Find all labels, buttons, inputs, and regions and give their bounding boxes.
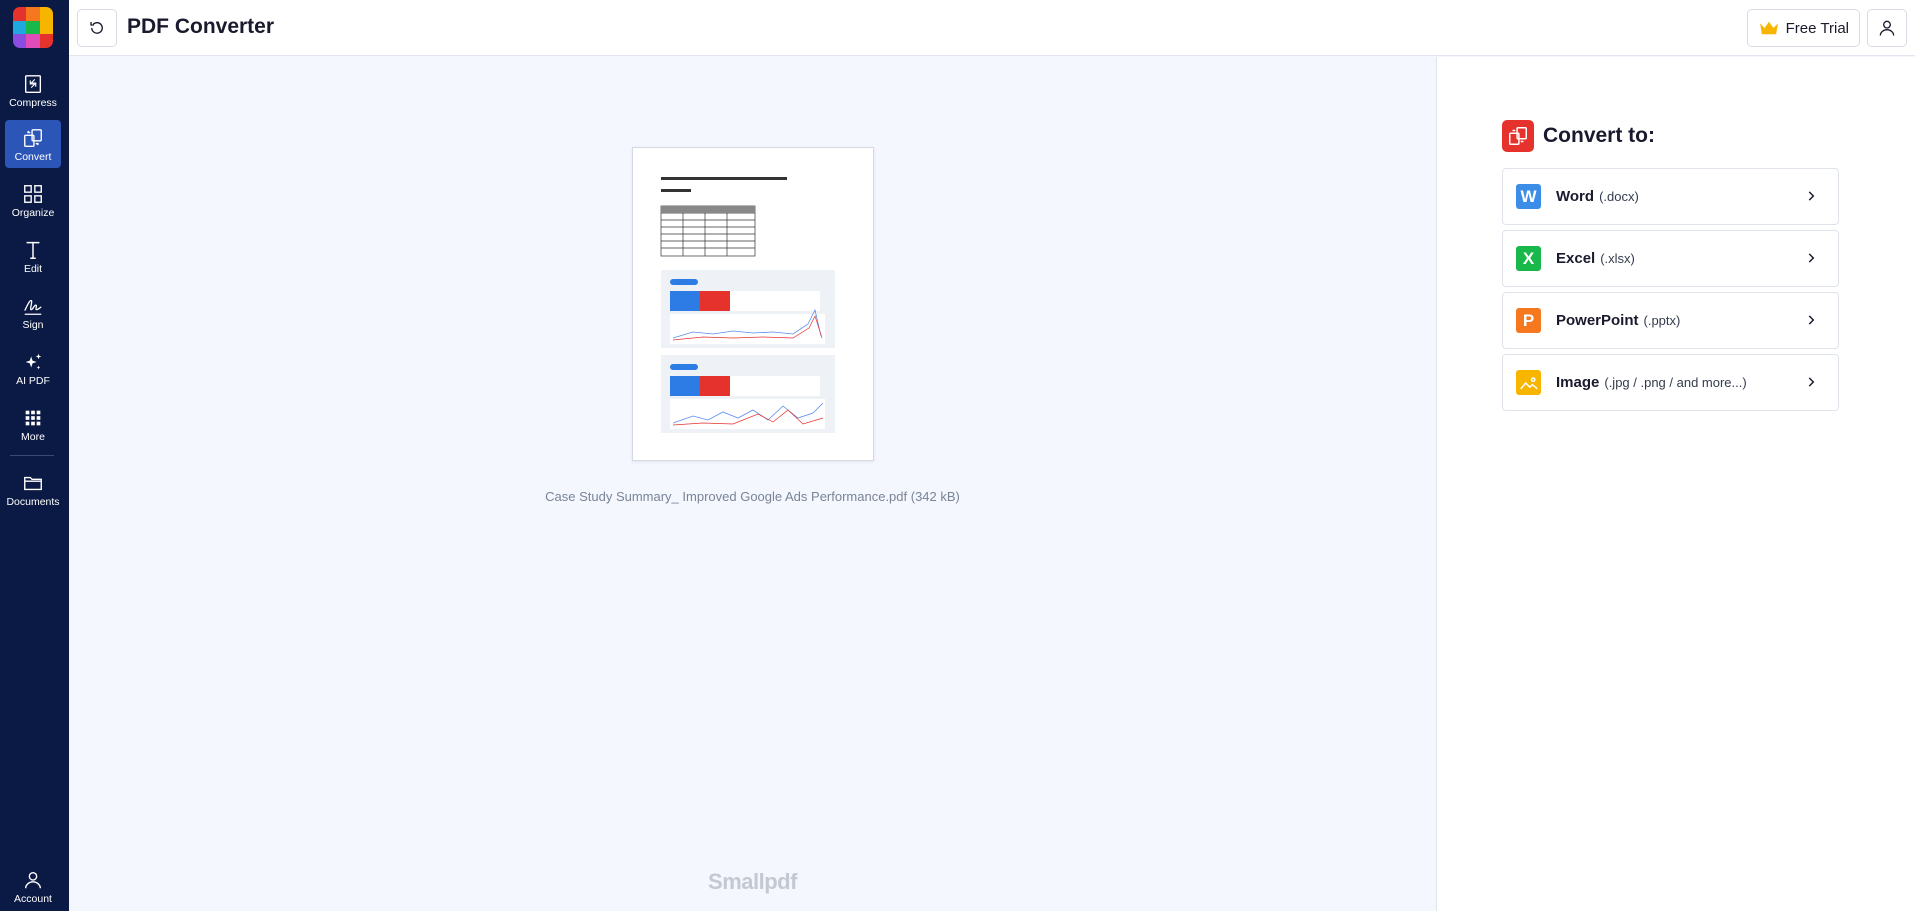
text-edit-icon: [26, 241, 40, 259]
sidebar-item-compress[interactable]: Compress: [5, 66, 61, 114]
sparkles-icon: [25, 353, 42, 370]
grid-icon: [24, 185, 42, 203]
sidebar-item-label: Sign: [22, 319, 44, 331]
option-extension: (.pptx): [1643, 313, 1681, 328]
convert-option-excel[interactable]: X Excel (.xlsx): [1502, 230, 1839, 287]
compress-icon: [24, 75, 42, 93]
sidebar-item-sign[interactable]: Sign: [5, 288, 61, 336]
option-name: PowerPoint: [1556, 312, 1639, 329]
sidebar-item-more[interactable]: More: [5, 400, 61, 448]
brand-watermark: Smallpdf: [708, 869, 797, 894]
chevron-right-icon: [1808, 377, 1815, 387]
crown-icon: [1759, 21, 1778, 35]
sidebar-item-label: Edit: [23, 263, 43, 275]
sidebar-divider: [10, 455, 54, 456]
sidebar-item-label: Organize: [11, 207, 55, 219]
convert-icon: [24, 129, 42, 147]
powerpoint-icon: P: [1516, 308, 1541, 333]
convert-icon: [1502, 120, 1534, 152]
sidebar-item-label: More: [21, 431, 45, 443]
convert-option-word[interactable]: W Word (.docx): [1502, 168, 1839, 225]
option-name: Word: [1556, 188, 1595, 205]
sidebar-item-convert[interactable]: Convert: [5, 120, 61, 168]
convert-header: Convert to:: [1502, 120, 1655, 152]
sidebar: Compress Convert Organize Edit Sign AI P…: [0, 0, 69, 911]
free-trial-label: Free Trial: [1785, 19, 1849, 37]
excel-icon: X: [1516, 246, 1541, 271]
option-extension: (.xlsx): [1600, 251, 1635, 266]
sidebar-item-organize[interactable]: Organize: [5, 176, 61, 224]
sidebar-item-account[interactable]: Account: [5, 863, 61, 909]
chevron-right-icon: [1808, 191, 1815, 201]
user-icon: [1879, 20, 1895, 36]
image-icon: [1516, 370, 1541, 395]
app-logo[interactable]: [13, 7, 53, 48]
user-icon: [24, 871, 42, 889]
convert-option-powerpoint[interactable]: P PowerPoint (.pptx): [1502, 292, 1839, 349]
page-title: PDF Converter: [127, 15, 275, 38]
undo-icon: [90, 22, 103, 34]
sidebar-item-label: Compress: [9, 97, 57, 109]
sidebar-item-ai-pdf[interactable]: AI PDF: [5, 344, 61, 392]
account-button[interactable]: [1867, 9, 1907, 47]
option-extension: (.docx): [1599, 189, 1639, 204]
apps-icon: [25, 410, 41, 426]
sidebar-item-label: Account: [14, 893, 52, 905]
document-thumbnail[interactable]: [632, 147, 874, 461]
sidebar-item-label: AI PDF: [16, 375, 50, 387]
sidebar-item-label: Convert: [14, 151, 52, 163]
convert-panel: Convert to: W Word (.docx) X Excel (.xls…: [1436, 57, 1915, 911]
option-name: Image: [1556, 374, 1600, 391]
convert-title: Convert to:: [1543, 124, 1655, 147]
sidebar-item-documents[interactable]: Documents: [5, 465, 61, 513]
option-extension: (.jpg / .png / and more...): [1604, 375, 1747, 390]
chevron-right-icon: [1808, 253, 1815, 263]
chevron-right-icon: [1808, 315, 1815, 325]
sidebar-item-edit[interactable]: Edit: [5, 232, 61, 280]
word-icon: W: [1516, 184, 1541, 209]
option-name: Excel: [1556, 250, 1596, 267]
file-preview-area: Case Study Summary_ Improved Google Ads …: [69, 57, 1436, 911]
top-bar: PDF Converter Free Trial: [69, 0, 1915, 56]
document-page-preview: [660, 177, 835, 433]
free-trial-button[interactable]: Free Trial: [1746, 9, 1860, 47]
signature-icon: [24, 299, 42, 315]
file-name-caption: Case Study Summary_ Improved Google Ads …: [545, 489, 960, 504]
convert-option-image[interactable]: Image (.jpg / .png / and more...): [1502, 354, 1839, 411]
folder-icon: [24, 476, 42, 491]
sidebar-item-label: Documents: [6, 496, 60, 508]
undo-button[interactable]: [77, 9, 117, 47]
